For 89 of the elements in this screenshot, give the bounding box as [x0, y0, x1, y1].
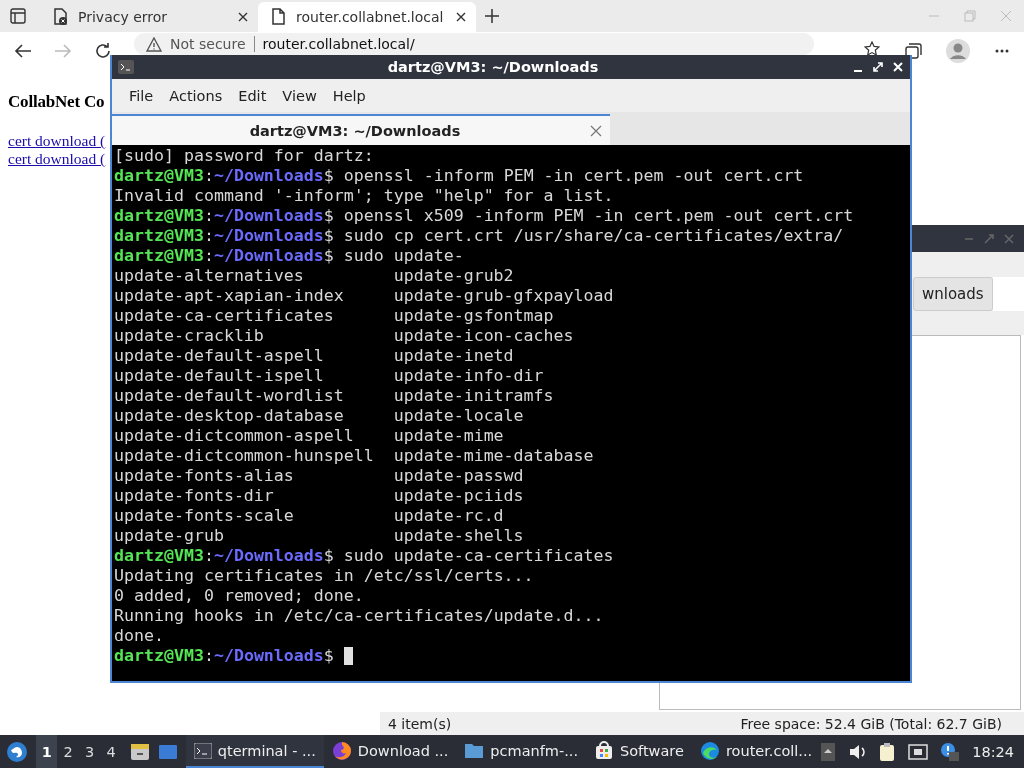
- terminal-line: Running hooks in /etc/ca-certificates/update.d...: [114, 606, 605, 626]
- completion-entry: update-default-wordlist: [114, 386, 345, 406]
- completion-entry: update-dictcommon-hunspell: [114, 446, 375, 466]
- completion-entry: update-desktop-database: [114, 406, 345, 426]
- completion-entry: update-icon-caches: [393, 326, 574, 346]
- terminal-line: [sudo] password for dartz:: [114, 146, 375, 166]
- terminal-icon: [118, 60, 134, 74]
- clipboard-icon[interactable]: [878, 741, 897, 762]
- menu-item[interactable]: Help: [325, 84, 373, 107]
- page-heading: CollabNet Co: [8, 92, 105, 112]
- completion-entry: update-locale: [393, 406, 524, 426]
- completion-entry: update-passwd: [393, 466, 524, 486]
- completion-entry: update-fonts-dir: [114, 486, 275, 506]
- workspace-switch[interactable]: 4: [100, 735, 122, 768]
- page-icon: [270, 8, 286, 26]
- completion-entry: update-grub-gfxpayload: [393, 286, 614, 306]
- completion-entry: update-shells: [393, 526, 524, 546]
- path-field[interactable]: [992, 276, 1024, 311]
- menu-item[interactable]: View: [275, 84, 324, 107]
- warning-icon: [146, 36, 162, 52]
- workspace-switch[interactable]: 2: [57, 735, 79, 768]
- completion-entry: update-mime: [393, 426, 504, 446]
- collections-icon[interactable]: [904, 42, 922, 60]
- workspace-switch[interactable]: 3: [78, 735, 101, 768]
- download-link[interactable]: cert download (: [8, 150, 106, 168]
- free-space: Free space: 52.4 GiB (Total: 62.7 GiB): [740, 715, 1002, 732]
- error-page-icon: [52, 8, 68, 26]
- completion-entry: update-default-ispell: [114, 366, 325, 386]
- taskbar-button[interactable]: pcmanfm-...: [456, 735, 586, 768]
- browser-tab[interactable]: router.collabnet.local: [258, 2, 476, 32]
- item-count: 4 item(s): [388, 715, 452, 732]
- taskbar-button[interactable]: router.coll...: [691, 735, 821, 768]
- terminal-line: dartz@VM3:~/Downloads$ openssl -inform PEM -in cert.pem -out cert.crt: [114, 166, 804, 186]
- menu-item[interactable]: Edit: [231, 84, 274, 107]
- address-bar[interactable]: Not secure router.collabnet.local/: [134, 33, 814, 55]
- refresh-icon[interactable]: [94, 42, 112, 60]
- terminal-line: dartz@VM3:~/Downloads$ sudo cp cert.crt /usr/share/ca-certificates/extra/: [114, 226, 844, 246]
- terminal-line: done.: [114, 626, 165, 646]
- terminal-line: dartz@VM3:~/Downloads$: [114, 646, 334, 666]
- network-icon[interactable]: [908, 741, 929, 762]
- completion-entry: update-cracklib: [114, 326, 265, 346]
- completion-entry: update-grub: [114, 526, 225, 546]
- menu-item[interactable]: Actions: [162, 84, 230, 107]
- terminal-line: Updating certificates in /etc/ssl/certs...: [114, 566, 535, 586]
- completion-entry: update-apt-xapian-index: [114, 286, 345, 306]
- taskbar-button[interactable]: qterminal - ...: [185, 735, 324, 768]
- window-title: dartz@VM3: ~/Downloads: [386, 59, 600, 75]
- terminal-line: dartz@VM3:~/Downloads$ openssl x509 -inform PEM -in cert.pem -out cert.crt: [114, 206, 854, 226]
- back-icon[interactable]: [14, 42, 32, 60]
- completion-entry: update-dictcommon-aspell: [114, 426, 355, 446]
- completion-entry: update-rc.d: [393, 506, 504, 526]
- completion-entry: update-inetd: [393, 346, 514, 366]
- terminal-tab[interactable]: dartz@VM3: ~/Downloads: [112, 114, 610, 145]
- completion-entry: update-grub2: [393, 266, 514, 286]
- close-icon[interactable]: [236, 10, 250, 24]
- completion-entry: update-initramfs: [393, 386, 554, 406]
- completion-entry: update-gsfontmap: [393, 306, 554, 326]
- fox-browser-icon: [331, 740, 352, 761]
- avatar-icon[interactable]: [946, 39, 970, 63]
- start-menu-icon[interactable]: [6, 740, 28, 763]
- menu-item[interactable]: File: [122, 84, 161, 107]
- terminal-line: dartz@VM3:~/Downloads$ sudo update-: [114, 246, 464, 266]
- browser-tab[interactable]: Privacy error: [40, 2, 258, 32]
- completion-entry: update-pciids: [393, 486, 524, 506]
- close-icon[interactable]: [454, 10, 468, 24]
- wave-browser-icon: [699, 740, 720, 761]
- sidebar-icon[interactable]: [10, 8, 26, 24]
- taskbar-button[interactable]: Download ...: [323, 735, 457, 768]
- taskbar-button[interactable]: Software: [586, 735, 692, 768]
- new-tab-icon[interactable]: [484, 8, 500, 24]
- completion-entry: update-info-dir: [393, 366, 544, 386]
- terminal-line: 0 added, 0 removed; done.: [114, 586, 365, 606]
- completion-entry: update-fonts-alias: [114, 466, 295, 486]
- store-icon: [594, 740, 614, 761]
- workspace-switch[interactable]: 1: [36, 735, 58, 768]
- terminal-line: Invalid command '-inform'; type "help" for a list.: [114, 186, 615, 206]
- terminal-line: dartz@VM3:~/Downloads$ sudo update-ca-certificates: [114, 546, 614, 566]
- drawer-icon[interactable]: [129, 741, 150, 762]
- path-button[interactable]: wnloads: [913, 276, 993, 311]
- completion-entry: update-alternatives: [114, 266, 305, 286]
- download-link[interactable]: cert download (: [8, 132, 106, 150]
- completion-entry: update-default-aspell: [114, 346, 325, 366]
- completion-entry: update-fonts-scale: [114, 506, 295, 526]
- favorites-icon[interactable]: [864, 41, 880, 56]
- notification-icon[interactable]: [940, 741, 961, 762]
- clock: 18:24: [972, 743, 1014, 760]
- completion-entry: update-ca-certificates: [114, 306, 335, 326]
- terminal-icon: [193, 742, 212, 759]
- completion-entry: update-mime-database: [393, 446, 594, 466]
